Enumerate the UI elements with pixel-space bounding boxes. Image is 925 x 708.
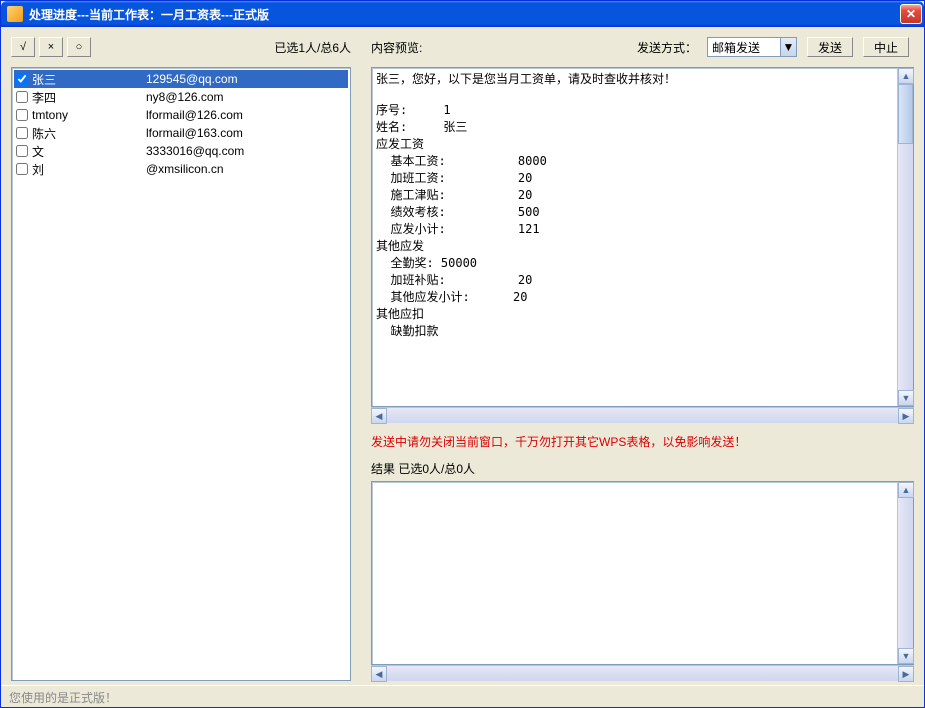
scroll-left-icon[interactable]: ◀ xyxy=(371,408,387,424)
status-text: 您使用的是正式版！ xyxy=(9,691,117,705)
select-all-button[interactable]: √ xyxy=(11,37,35,57)
window-title: 处理进度---当前工作表：一月工资表---正式版 xyxy=(29,6,900,23)
scroll-up-icon[interactable]: ▲ xyxy=(898,482,914,498)
preview-vscrollbar[interactable]: ▲ ▼ xyxy=(897,68,913,406)
preview-label: 内容预览: xyxy=(371,39,422,56)
stop-button[interactable]: 中止 xyxy=(863,37,909,57)
list-item-name: 刘 xyxy=(32,161,142,178)
result-vscrollbar[interactable]: ▲ ▼ xyxy=(897,482,913,664)
preview-text[interactable]: 张三，您好，以下是您当月工资单，请及时查收并核对！ 序号: 1 姓名: 张三 应… xyxy=(372,68,897,406)
list-item[interactable]: tmtony lformail@126.com xyxy=(14,106,348,124)
preview-box: 张三，您好，以下是您当月工资单，请及时查收并核对！ 序号: 1 姓名: 张三 应… xyxy=(371,67,914,407)
result-label: 结果 已选0人/总0人 xyxy=(371,460,914,477)
check-icon: √ xyxy=(20,41,26,53)
list-item-email: lformail@126.com xyxy=(146,108,346,122)
send-method-select[interactable]: 邮箱发送 ▼ xyxy=(707,37,797,57)
list-item-checkbox[interactable] xyxy=(16,73,28,85)
selection-count: 已选1人/总6人 xyxy=(91,39,351,56)
scroll-right-icon[interactable]: ▶ xyxy=(898,408,914,424)
list-item-email: 3333016@qq.com xyxy=(146,144,346,158)
recipient-list[interactable]: 张三 129545@qq.com 李四 ny8@126.com tmtony lforma… xyxy=(11,67,351,681)
list-item-email: @xmsilicon.cn xyxy=(146,162,346,176)
scroll-thumb[interactable] xyxy=(898,84,913,144)
list-item[interactable]: 李四 ny8@126.com xyxy=(14,88,348,106)
list-item-email: lformail@163.com xyxy=(146,126,346,140)
app-icon xyxy=(7,6,23,22)
result-text[interactable] xyxy=(372,482,897,664)
list-item-email: 129545@qq.com xyxy=(146,72,346,86)
list-item-checkbox[interactable] xyxy=(16,145,28,157)
deselect-all-button[interactable]: × xyxy=(39,37,63,57)
preview-hscrollbar[interactable]: ◀ ▶ xyxy=(371,407,914,423)
titlebar[interactable]: 处理进度---当前工作表：一月工资表---正式版 ✕ xyxy=(1,1,924,27)
scroll-down-icon[interactable]: ▼ xyxy=(898,648,914,664)
list-item-checkbox[interactable] xyxy=(16,127,28,139)
scroll-left-icon[interactable]: ◀ xyxy=(371,666,387,682)
warning-text: 发送中请勿关闭当前窗口，千万勿打开其它WPS表格，以免影响发送！ xyxy=(371,433,914,450)
circle-icon: ○ xyxy=(76,41,83,53)
close-button[interactable]: ✕ xyxy=(900,4,922,24)
scroll-right-icon[interactable]: ▶ xyxy=(898,666,914,682)
send-method-value: 邮箱发送 xyxy=(712,39,760,56)
scroll-down-icon[interactable]: ▼ xyxy=(898,390,914,406)
list-item-name: 张三 xyxy=(32,71,142,88)
cross-icon: × xyxy=(48,41,54,53)
close-icon: ✕ xyxy=(906,7,916,21)
scroll-up-icon[interactable]: ▲ xyxy=(898,68,914,84)
statusbar: 您使用的是正式版！ xyxy=(1,685,924,707)
send-method-label: 发送方式： xyxy=(637,39,697,56)
list-item-checkbox[interactable] xyxy=(16,109,28,121)
list-item[interactable]: 陈六 lformail@163.com xyxy=(14,124,348,142)
send-button[interactable]: 发送 xyxy=(807,37,853,57)
list-item-name: tmtony xyxy=(32,108,142,122)
list-item-name: 文 xyxy=(32,143,142,160)
invert-selection-button[interactable]: ○ xyxy=(67,37,91,57)
main-window: 处理进度---当前工作表：一月工资表---正式版 ✕ √ × ○ 已选1人/总6… xyxy=(0,0,925,708)
list-item-name: 李四 xyxy=(32,89,142,106)
list-item[interactable]: 文 3333016@qq.com xyxy=(14,142,348,160)
chevron-down-icon: ▼ xyxy=(780,38,796,56)
result-box: ▲ ▼ xyxy=(371,481,914,665)
list-item[interactable]: 张三 129545@qq.com xyxy=(14,70,348,88)
list-item-name: 陈六 xyxy=(32,125,142,142)
list-item-email: ny8@126.com xyxy=(146,90,346,104)
result-hscrollbar[interactable]: ◀ ▶ xyxy=(371,665,914,681)
list-item-checkbox[interactable] xyxy=(16,91,28,103)
list-item-checkbox[interactable] xyxy=(16,163,28,175)
list-item[interactable]: 刘 @xmsilicon.cn xyxy=(14,160,348,178)
